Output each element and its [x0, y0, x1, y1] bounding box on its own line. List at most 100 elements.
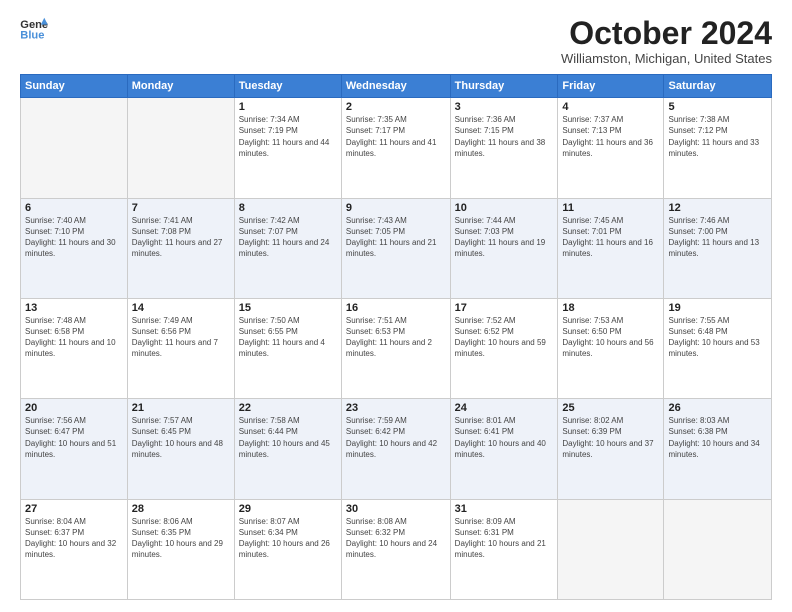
table-cell: 7Sunrise: 7:41 AMSunset: 7:08 PMDaylight…: [127, 198, 234, 298]
calendar-table: Sunday Monday Tuesday Wednesday Thursday…: [20, 74, 772, 600]
table-cell: 18Sunrise: 7:53 AMSunset: 6:50 PMDayligh…: [558, 298, 664, 398]
header-friday: Friday: [558, 75, 664, 98]
day-info: Sunrise: 7:48 AMSunset: 6:58 PMDaylight:…: [25, 315, 123, 360]
table-cell: 19Sunrise: 7:55 AMSunset: 6:48 PMDayligh…: [664, 298, 772, 398]
table-cell: 29Sunrise: 8:07 AMSunset: 6:34 PMDayligh…: [234, 499, 341, 599]
day-number: 31: [455, 503, 554, 515]
calendar-page: General Blue October 2024 Williamston, M…: [0, 0, 792, 612]
table-cell: 20Sunrise: 7:56 AMSunset: 6:47 PMDayligh…: [21, 399, 128, 499]
logo: General Blue: [20, 16, 48, 40]
day-info: Sunrise: 8:04 AMSunset: 6:37 PMDaylight:…: [25, 516, 123, 561]
header: General Blue October 2024 Williamston, M…: [20, 16, 772, 66]
day-info: Sunrise: 8:06 AMSunset: 6:35 PMDaylight:…: [132, 516, 230, 561]
table-cell: 16Sunrise: 7:51 AMSunset: 6:53 PMDayligh…: [341, 298, 450, 398]
header-thursday: Thursday: [450, 75, 558, 98]
table-cell: 24Sunrise: 8:01 AMSunset: 6:41 PMDayligh…: [450, 399, 558, 499]
day-info: Sunrise: 7:44 AMSunset: 7:03 PMDaylight:…: [455, 215, 554, 260]
table-cell: 27Sunrise: 8:04 AMSunset: 6:37 PMDayligh…: [21, 499, 128, 599]
table-cell: 13Sunrise: 7:48 AMSunset: 6:58 PMDayligh…: [21, 298, 128, 398]
day-info: Sunrise: 7:41 AMSunset: 7:08 PMDaylight:…: [132, 215, 230, 260]
day-number: 26: [668, 402, 767, 414]
table-cell: [664, 499, 772, 599]
header-wednesday: Wednesday: [341, 75, 450, 98]
header-tuesday: Tuesday: [234, 75, 341, 98]
table-cell: [21, 98, 128, 198]
table-cell: 21Sunrise: 7:57 AMSunset: 6:45 PMDayligh…: [127, 399, 234, 499]
day-info: Sunrise: 7:43 AMSunset: 7:05 PMDaylight:…: [346, 215, 446, 260]
day-number: 18: [562, 302, 659, 314]
day-number: 28: [132, 503, 230, 515]
table-cell: 1Sunrise: 7:34 AMSunset: 7:19 PMDaylight…: [234, 98, 341, 198]
month-title: October 2024: [561, 16, 772, 51]
day-number: 8: [239, 202, 337, 214]
day-number: 19: [668, 302, 767, 314]
day-info: Sunrise: 7:45 AMSunset: 7:01 PMDaylight:…: [562, 215, 659, 260]
table-cell: 15Sunrise: 7:50 AMSunset: 6:55 PMDayligh…: [234, 298, 341, 398]
day-info: Sunrise: 7:50 AMSunset: 6:55 PMDaylight:…: [239, 315, 337, 360]
day-info: Sunrise: 8:07 AMSunset: 6:34 PMDaylight:…: [239, 516, 337, 561]
day-info: Sunrise: 7:53 AMSunset: 6:50 PMDaylight:…: [562, 315, 659, 360]
day-info: Sunrise: 7:37 AMSunset: 7:13 PMDaylight:…: [562, 114, 659, 159]
day-number: 16: [346, 302, 446, 314]
day-info: Sunrise: 7:46 AMSunset: 7:00 PMDaylight:…: [668, 215, 767, 260]
title-section: October 2024 Williamston, Michigan, Unit…: [561, 16, 772, 66]
day-number: 30: [346, 503, 446, 515]
table-cell: 31Sunrise: 8:09 AMSunset: 6:31 PMDayligh…: [450, 499, 558, 599]
day-number: 3: [455, 101, 554, 113]
week-row-3: 13Sunrise: 7:48 AMSunset: 6:58 PMDayligh…: [21, 298, 772, 398]
day-number: 21: [132, 402, 230, 414]
table-cell: 23Sunrise: 7:59 AMSunset: 6:42 PMDayligh…: [341, 399, 450, 499]
day-number: 17: [455, 302, 554, 314]
day-info: Sunrise: 7:57 AMSunset: 6:45 PMDaylight:…: [132, 415, 230, 460]
location: Williamston, Michigan, United States: [561, 51, 772, 66]
day-number: 25: [562, 402, 659, 414]
table-cell: 17Sunrise: 7:52 AMSunset: 6:52 PMDayligh…: [450, 298, 558, 398]
day-info: Sunrise: 7:40 AMSunset: 7:10 PMDaylight:…: [25, 215, 123, 260]
week-row-2: 6Sunrise: 7:40 AMSunset: 7:10 PMDaylight…: [21, 198, 772, 298]
table-cell: 5Sunrise: 7:38 AMSunset: 7:12 PMDaylight…: [664, 98, 772, 198]
week-row-5: 27Sunrise: 8:04 AMSunset: 6:37 PMDayligh…: [21, 499, 772, 599]
day-info: Sunrise: 7:52 AMSunset: 6:52 PMDaylight:…: [455, 315, 554, 360]
day-number: 27: [25, 503, 123, 515]
header-saturday: Saturday: [664, 75, 772, 98]
day-number: 14: [132, 302, 230, 314]
day-number: 11: [562, 202, 659, 214]
day-number: 6: [25, 202, 123, 214]
svg-text:Blue: Blue: [20, 29, 44, 40]
header-sunday: Sunday: [21, 75, 128, 98]
table-cell: 25Sunrise: 8:02 AMSunset: 6:39 PMDayligh…: [558, 399, 664, 499]
table-cell: [558, 499, 664, 599]
day-number: 23: [346, 402, 446, 414]
table-cell: 26Sunrise: 8:03 AMSunset: 6:38 PMDayligh…: [664, 399, 772, 499]
day-info: Sunrise: 8:09 AMSunset: 6:31 PMDaylight:…: [455, 516, 554, 561]
table-cell: 6Sunrise: 7:40 AMSunset: 7:10 PMDaylight…: [21, 198, 128, 298]
day-info: Sunrise: 8:03 AMSunset: 6:38 PMDaylight:…: [668, 415, 767, 460]
day-number: 29: [239, 503, 337, 515]
table-cell: 4Sunrise: 7:37 AMSunset: 7:13 PMDaylight…: [558, 98, 664, 198]
day-info: Sunrise: 8:02 AMSunset: 6:39 PMDaylight:…: [562, 415, 659, 460]
day-number: 13: [25, 302, 123, 314]
day-info: Sunrise: 7:59 AMSunset: 6:42 PMDaylight:…: [346, 415, 446, 460]
day-number: 12: [668, 202, 767, 214]
week-row-4: 20Sunrise: 7:56 AMSunset: 6:47 PMDayligh…: [21, 399, 772, 499]
logo-icon: General Blue: [20, 16, 48, 40]
day-number: 9: [346, 202, 446, 214]
table-cell: 12Sunrise: 7:46 AMSunset: 7:00 PMDayligh…: [664, 198, 772, 298]
day-number: 2: [346, 101, 446, 113]
day-number: 15: [239, 302, 337, 314]
day-info: Sunrise: 7:49 AMSunset: 6:56 PMDaylight:…: [132, 315, 230, 360]
table-cell: 3Sunrise: 7:36 AMSunset: 7:15 PMDaylight…: [450, 98, 558, 198]
day-info: Sunrise: 7:38 AMSunset: 7:12 PMDaylight:…: [668, 114, 767, 159]
day-info: Sunrise: 7:42 AMSunset: 7:07 PMDaylight:…: [239, 215, 337, 260]
day-info: Sunrise: 8:08 AMSunset: 6:32 PMDaylight:…: [346, 516, 446, 561]
day-info: Sunrise: 7:36 AMSunset: 7:15 PMDaylight:…: [455, 114, 554, 159]
day-info: Sunrise: 7:35 AMSunset: 7:17 PMDaylight:…: [346, 114, 446, 159]
day-number: 10: [455, 202, 554, 214]
day-info: Sunrise: 7:58 AMSunset: 6:44 PMDaylight:…: [239, 415, 337, 460]
header-monday: Monday: [127, 75, 234, 98]
day-number: 1: [239, 101, 337, 113]
day-number: 4: [562, 101, 659, 113]
day-info: Sunrise: 8:01 AMSunset: 6:41 PMDaylight:…: [455, 415, 554, 460]
table-cell: 9Sunrise: 7:43 AMSunset: 7:05 PMDaylight…: [341, 198, 450, 298]
table-cell: 28Sunrise: 8:06 AMSunset: 6:35 PMDayligh…: [127, 499, 234, 599]
